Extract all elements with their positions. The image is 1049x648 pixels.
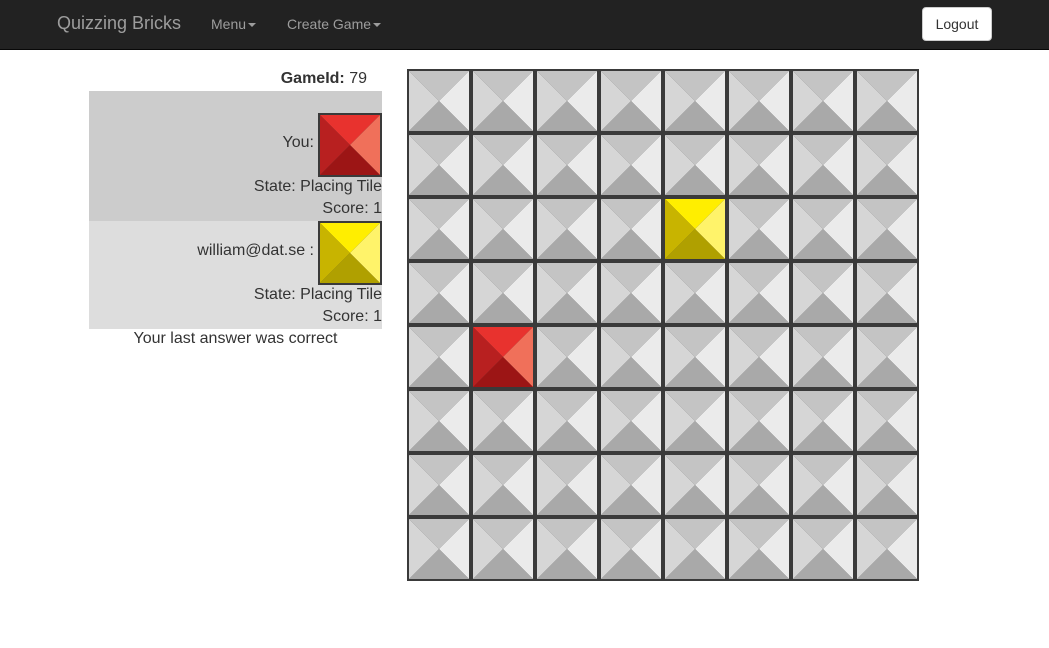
player-panel-opponent: william@dat.se : State: Placing Tile Sco…: [89, 221, 382, 329]
board-cell[interactable]: [535, 389, 599, 453]
board-cell[interactable]: [791, 517, 855, 581]
board-cell[interactable]: [727, 261, 791, 325]
create-game-dropdown[interactable]: Create Game: [287, 16, 382, 32]
board-cell[interactable]: [727, 325, 791, 389]
board-cell[interactable]: [471, 197, 535, 261]
board-cell[interactable]: [791, 197, 855, 261]
player-tile-red: [318, 113, 382, 177]
board-cell[interactable]: [535, 197, 599, 261]
caret-down-icon: [373, 23, 382, 28]
board-cell[interactable]: [535, 517, 599, 581]
board-cell[interactable]: [599, 517, 663, 581]
board-cell[interactable]: [599, 133, 663, 197]
board-cell[interactable]: [599, 389, 663, 453]
board-cell[interactable]: [535, 261, 599, 325]
player-state: State: Placing Tile: [253, 178, 382, 195]
board-cell[interactable]: [535, 453, 599, 517]
board-cell[interactable]: [535, 69, 599, 133]
board-cell[interactable]: [407, 69, 471, 133]
board-cell[interactable]: [791, 453, 855, 517]
board-cell[interactable]: [599, 69, 663, 133]
board-cell[interactable]: [471, 261, 535, 325]
board-cell[interactable]: [599, 453, 663, 517]
board-cell[interactable]: [407, 133, 471, 197]
board-cell[interactable]: [791, 133, 855, 197]
board-cell[interactable]: [471, 69, 535, 133]
board-cell[interactable]: [791, 261, 855, 325]
board-cell[interactable]: [407, 517, 471, 581]
board-cell[interactable]: [535, 133, 599, 197]
board-cell[interactable]: [471, 133, 535, 197]
board-cell[interactable]: [599, 325, 663, 389]
board-cell[interactable]: [855, 69, 919, 133]
menu-label: Menu: [211, 16, 247, 32]
board-cell[interactable]: [663, 389, 727, 453]
board-cell[interactable]: [855, 261, 919, 325]
player-tile-yellow: [318, 221, 382, 285]
player-panel-you: You: State: Placing Tile Score: 1: [89, 91, 382, 221]
board-cell[interactable]: [855, 389, 919, 453]
menu-dropdown[interactable]: Menu: [211, 16, 257, 32]
player-name: william@dat.se :: [197, 242, 314, 259]
board-cell[interactable]: [471, 517, 535, 581]
board-cell[interactable]: [599, 261, 663, 325]
board-cell[interactable]: [791, 69, 855, 133]
board-cell-yellow-tile[interactable]: [663, 197, 727, 261]
board-cell[interactable]: [663, 69, 727, 133]
board-cell[interactable]: [407, 197, 471, 261]
board-cell[interactable]: [727, 389, 791, 453]
board-cell[interactable]: [471, 389, 535, 453]
board-cell[interactable]: [791, 389, 855, 453]
navbar: Quizzing Bricks Menu Create Game Logout: [0, 0, 1049, 50]
board-cell[interactable]: [727, 197, 791, 261]
player-score: Score: 1: [322, 308, 382, 325]
board-cell[interactable]: [663, 325, 727, 389]
board-cell-red-tile[interactable]: [471, 325, 535, 389]
board-cell[interactable]: [663, 453, 727, 517]
create-game-label: Create Game: [287, 16, 372, 32]
board-cell[interactable]: [471, 453, 535, 517]
game-id-value: 79: [349, 70, 367, 87]
board-cell[interactable]: [727, 453, 791, 517]
board-cell[interactable]: [535, 325, 599, 389]
board-cell[interactable]: [855, 517, 919, 581]
player-name: You:: [282, 134, 314, 151]
board-cell[interactable]: [855, 197, 919, 261]
logout-button[interactable]: Logout: [922, 7, 992, 41]
player-score: Score: 1: [322, 200, 382, 217]
game-id: GameId: 79: [89, 70, 367, 88]
board-cell[interactable]: [727, 69, 791, 133]
board-cell[interactable]: [663, 133, 727, 197]
brand-link[interactable]: Quizzing Bricks: [57, 13, 181, 34]
board-cell[interactable]: [407, 261, 471, 325]
status-message: Your last answer was correct: [133, 330, 338, 347]
game-id-label: GameId:: [280, 70, 345, 87]
board-cell[interactable]: [599, 197, 663, 261]
board-cell[interactable]: [855, 453, 919, 517]
board-cell[interactable]: [407, 389, 471, 453]
board-cell[interactable]: [663, 517, 727, 581]
board-cell[interactable]: [663, 261, 727, 325]
player-state: State: Placing Tile: [253, 286, 382, 303]
board-cell[interactable]: [727, 133, 791, 197]
board-cell[interactable]: [855, 133, 919, 197]
board-cell[interactable]: [407, 453, 471, 517]
caret-down-icon: [248, 23, 257, 28]
board-cell[interactable]: [727, 517, 791, 581]
board-cell[interactable]: [855, 325, 919, 389]
board-cell[interactable]: [791, 325, 855, 389]
game-board: [407, 69, 919, 581]
board-cell[interactable]: [407, 325, 471, 389]
